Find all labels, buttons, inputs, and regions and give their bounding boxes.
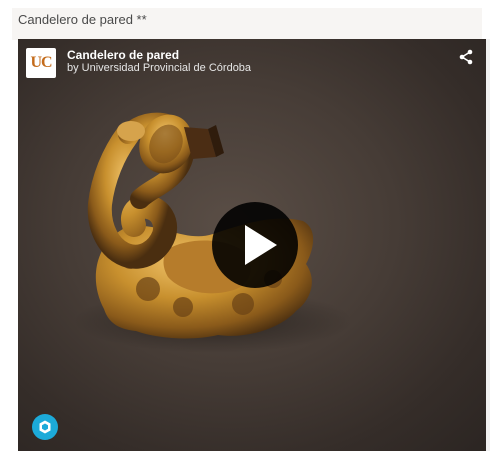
model-author-link[interactable]: by Universidad Provincial de Córdoba <box>67 62 251 74</box>
author-logo-text: UC <box>30 54 52 71</box>
author-logo[interactable]: UC <box>26 48 56 78</box>
share-icon[interactable] <box>458 49 474 65</box>
sketchfab-logo-icon[interactable] <box>32 414 58 440</box>
play-button[interactable] <box>212 202 298 288</box>
model-title-link[interactable]: Candelero de pared <box>67 48 179 62</box>
play-icon <box>245 225 277 265</box>
viewer-edge <box>486 39 490 451</box>
model-viewer[interactable]: UC Candelero de pared by Universidad Pro… <box>18 39 490 451</box>
page: Candelero de pared ** UC Candelero de pa… <box>0 0 491 451</box>
embed-title: Candelero de pared ** <box>18 12 147 27</box>
